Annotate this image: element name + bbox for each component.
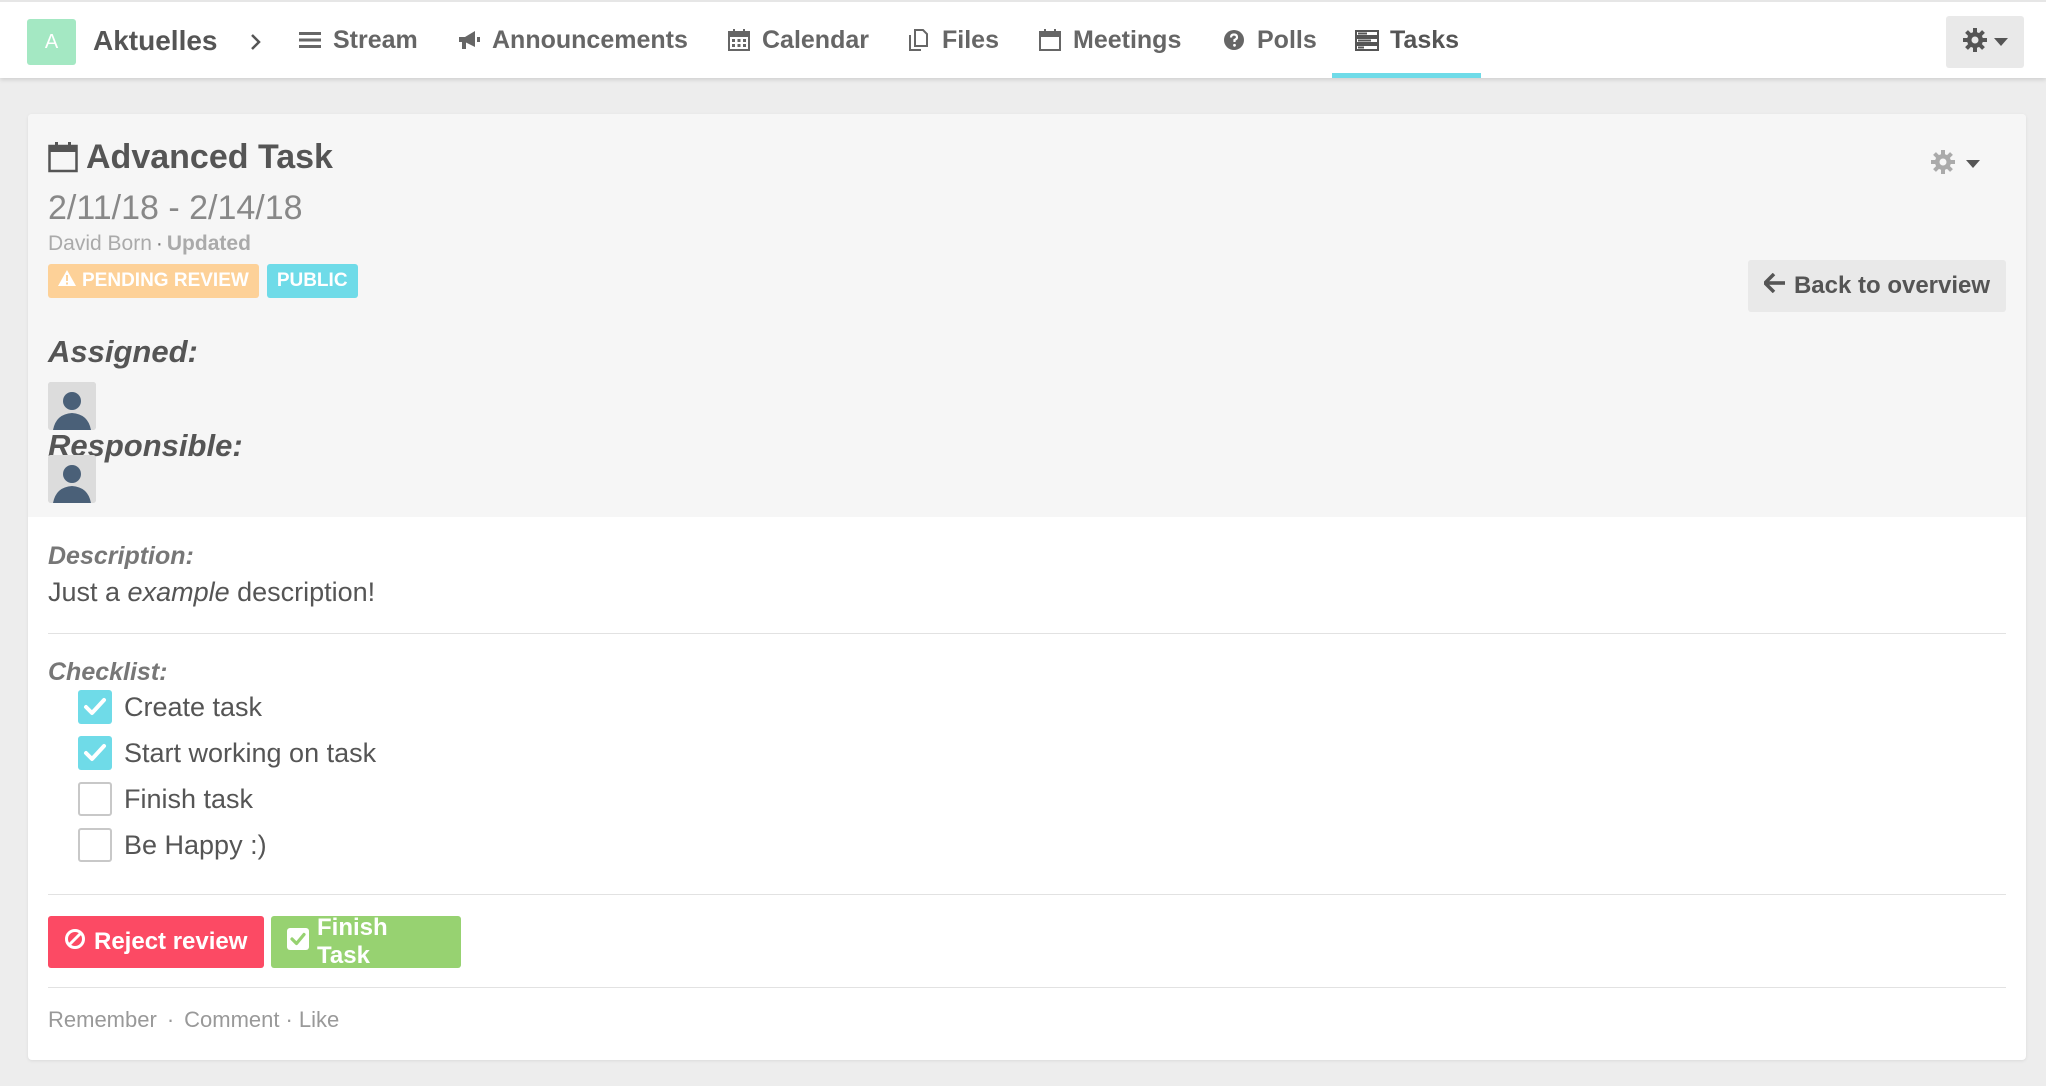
reject-review-button[interactable]: Reject review <box>48 916 264 968</box>
assigned-label: Assigned: <box>48 334 198 369</box>
description-text: Just a example description! <box>48 577 376 607</box>
nav-tab-label: Calendar <box>762 25 869 54</box>
nav-tab-meetings[interactable]: Meetings <box>1037 2 1181 78</box>
tasks-icon <box>1354 27 1380 53</box>
space-top-nav: A Aktuelles Stream Announcements Calenda… <box>0 0 2046 78</box>
checkbox-checked[interactable] <box>78 736 112 770</box>
caret-down-icon <box>1994 33 2008 51</box>
arrow-left-icon <box>1762 272 1786 300</box>
checklist-item-label: Finish task <box>124 784 254 814</box>
gear-icon <box>1962 27 1988 58</box>
checklist-label: Checklist: <box>48 658 168 686</box>
warning-icon <box>58 264 76 298</box>
task-date-range: 2/11/18 - 2/14/18 <box>48 189 303 227</box>
nav-tab-label: Files <box>942 25 999 54</box>
responsible-user-avatar[interactable] <box>48 455 96 503</box>
task-settings-dropdown[interactable] <box>1930 144 1992 184</box>
gear-icon <box>1930 149 1956 180</box>
calendar-empty-icon <box>48 141 78 173</box>
nav-tab-label: Polls <box>1257 25 1317 54</box>
checkbox-unchecked[interactable] <box>78 828 112 862</box>
task-meta: David Born · Updated <box>48 229 251 259</box>
meta-separator: · <box>155 232 163 255</box>
task-header: Advanced Task 2/11/18 - 2/14/18 David Bo… <box>28 114 2026 517</box>
nav-tab-label: Announcements <box>492 25 688 54</box>
checklist-item-be-happy[interactable]: Be Happy :) <box>78 825 267 865</box>
bars-icon <box>297 27 323 53</box>
checkbox-unchecked[interactable] <box>78 782 112 816</box>
pending-review-badge: PENDING REVIEW <box>48 264 259 298</box>
link-separator: · <box>166 1007 175 1032</box>
comment-link[interactable]: Comment <box>184 1004 279 1036</box>
checklist-item-finish-task[interactable]: Finish task <box>78 779 253 819</box>
space-avatar[interactable]: A <box>27 19 76 65</box>
task-title-row: Advanced Task <box>48 137 333 177</box>
back-to-overview-label: Back to overview <box>1793 272 1991 299</box>
divider <box>48 633 2006 634</box>
question-circle-icon <box>1221 27 1247 53</box>
assigned-user-avatar[interactable] <box>48 382 96 430</box>
calendar-icon <box>726 27 752 53</box>
finish-task-label: Finish Task <box>317 914 388 969</box>
public-badge: PUBLIC <box>266 264 358 298</box>
pending-review-label: PENDING REVIEW <box>82 270 249 291</box>
description-emphasis: example <box>127 577 230 607</box>
checklist-item-label: Create task <box>124 692 263 722</box>
nav-tab-label: Meetings <box>1073 25 1182 54</box>
nav-tab-label: Stream <box>333 25 418 54</box>
finish-task-button[interactable]: Finish Task <box>271 914 461 969</box>
nav-tab-announcements[interactable]: Announcements <box>456 2 688 78</box>
caret-down-icon <box>1966 155 1980 173</box>
back-to-overview-button[interactable]: Back to overview <box>1748 260 2006 312</box>
task-panel: Advanced Task 2/11/18 - 2/14/18 David Bo… <box>28 114 2026 1060</box>
checkbox-checked[interactable] <box>78 690 112 724</box>
checklist-item-label: Start working on task <box>124 738 377 768</box>
checklist-item-label: Be Happy :) <box>124 830 267 860</box>
check-square-icon <box>287 927 309 957</box>
calendar-empty-icon <box>1037 27 1063 53</box>
description-label: Description: <box>48 542 194 570</box>
files-icon <box>906 27 932 53</box>
chevron-right-icon <box>248 22 266 60</box>
ban-icon <box>64 928 86 957</box>
space-name[interactable]: Aktuelles <box>93 22 218 60</box>
space-settings-button[interactable] <box>1946 16 2024 68</box>
nav-tab-polls[interactable]: Polls <box>1221 2 1317 78</box>
checklist-item-create-task[interactable]: Create task <box>78 687 262 727</box>
nav-tab-calendar[interactable]: Calendar <box>726 2 869 78</box>
link-separator: · <box>285 1007 293 1032</box>
divider <box>48 894 2006 895</box>
checklist-item-start-working[interactable]: Start working on task <box>78 733 376 773</box>
bullhorn-icon <box>456 27 482 53</box>
reject-review-label: Reject review <box>94 928 248 955</box>
divider <box>48 987 2006 988</box>
wall-entry-links: Remember · Comment · Like <box>48 1004 339 1036</box>
author-link[interactable]: David Born <box>48 232 152 255</box>
task-badges: PENDING REVIEW PUBLIC <box>48 264 358 298</box>
nav-tab-stream[interactable]: Stream <box>297 2 418 78</box>
task-title: Advanced Task <box>86 138 333 176</box>
remember-link[interactable]: Remember <box>48 1004 157 1036</box>
nav-tab-tasks[interactable]: Tasks <box>1331 2 1482 78</box>
nav-tab-label: Tasks <box>1390 25 1460 54</box>
nav-tab-files[interactable]: Files <box>906 2 999 78</box>
like-link[interactable]: Like <box>299 1004 339 1036</box>
updated-label: Updated <box>166 232 251 255</box>
